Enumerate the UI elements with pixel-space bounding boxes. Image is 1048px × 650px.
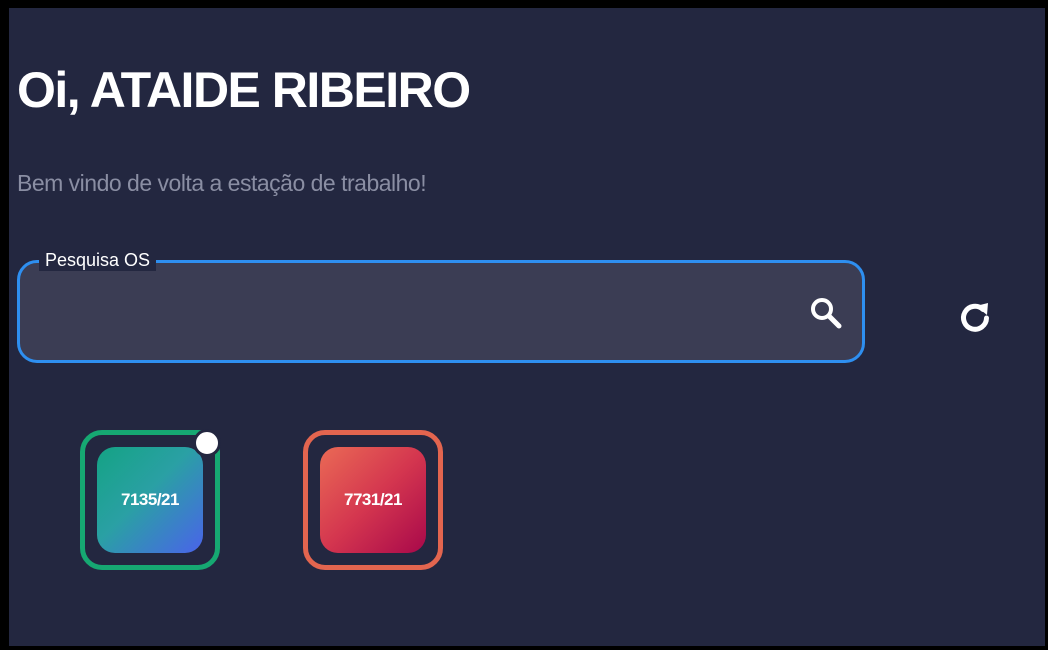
refresh-icon[interactable] (957, 300, 993, 336)
os-tile[interactable]: 7731/21 (320, 447, 426, 553)
search-label: Pesquisa OS (39, 249, 157, 271)
os-number: 7135/21 (121, 490, 179, 509)
page-title: Oi, ATAIDE RIBEIRO (17, 62, 471, 118)
workstation-panel: Oi, ATAIDE RIBEIRO Bem vindo de volta a … (9, 8, 1045, 646)
os-card[interactable]: 7135/21 (80, 429, 221, 570)
selected-indicator (193, 429, 221, 457)
welcome-subtitle: Bem vindo de volta a estação de trabalho… (17, 170, 427, 196)
os-number: 7731/21 (344, 490, 402, 509)
os-card[interactable]: 7731/21 (303, 430, 443, 570)
search-icon[interactable] (808, 295, 844, 331)
search-input[interactable] (34, 285, 798, 337)
os-tile[interactable]: 7135/21 (97, 447, 203, 553)
search-field[interactable]: Pesquisa OS (17, 249, 865, 363)
